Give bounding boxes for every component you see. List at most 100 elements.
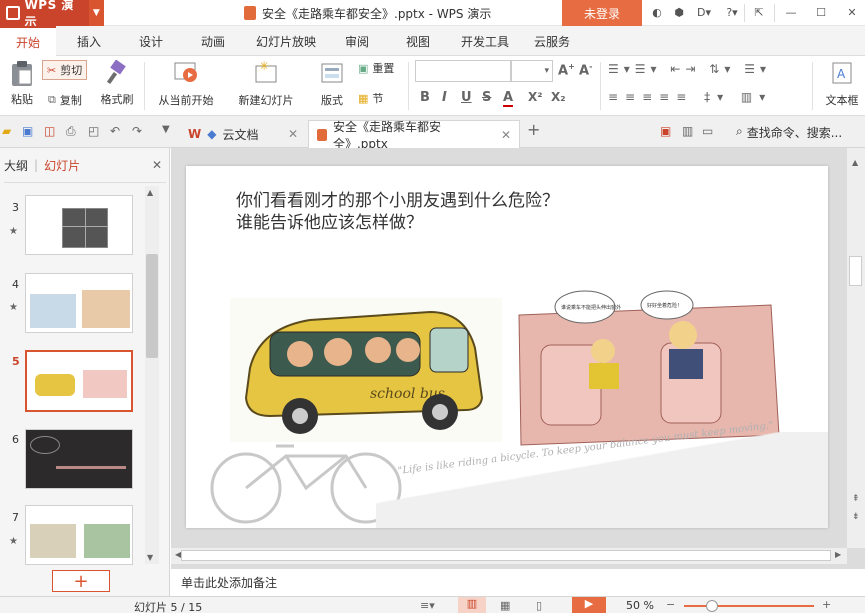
textbox-button[interactable]: A 文本框 — [820, 60, 864, 108]
tab-developer[interactable]: 开发工具 — [452, 26, 518, 56]
scroll-thumb[interactable] — [181, 550, 831, 561]
tab-animation[interactable]: 动画 — [186, 26, 240, 56]
skin-icon[interactable]: ◐ — [650, 5, 664, 19]
redo-icon[interactable]: ↷ — [132, 124, 142, 138]
tab-outline[interactable]: 大纲 — [4, 157, 28, 174]
share-icon[interactable]: D▾ — [694, 5, 714, 19]
play-from-current-button[interactable]: 从当前开始 — [154, 60, 218, 108]
slide-thumbnail[interactable] — [25, 195, 133, 255]
normal-view-icon[interactable]: ▥ — [458, 597, 486, 613]
export-pdf-icon[interactable]: ◫ — [44, 124, 55, 138]
reset-button[interactable]: ▣ 重置 — [358, 60, 394, 76]
title-bar: WPS 演示 ▼ 安全《走路乘车都安全》.pptx - WPS 演示 未登录 ◐… — [0, 0, 865, 29]
reading-view-icon[interactable]: ▯ — [536, 599, 542, 612]
fullscreen-icon[interactable]: ⇱ — [752, 5, 766, 19]
slide-number: 3 — [12, 201, 19, 214]
font-shrink-icon[interactable]: A- — [579, 62, 592, 78]
main-vertical-scrollbar[interactable]: ▲ ⇞ ⇟ — [847, 148, 865, 548]
save-icon[interactable]: ▣ — [22, 124, 33, 138]
tab-insert[interactable]: 插入 — [64, 26, 114, 56]
strikethrough-button[interactable]: S — [482, 90, 491, 105]
notes-area[interactable]: 单击此处添加备注 — [171, 568, 865, 596]
paste-button[interactable]: 粘贴 — [4, 60, 40, 107]
font-grow-icon[interactable]: A+ — [558, 62, 575, 78]
app-menu-button[interactable]: WPS 演示 ▼ — [0, 0, 104, 29]
align-icons[interactable]: ≡≡≡≡≡ ‡▾ ▥▾ — [608, 90, 772, 104]
superscript-button[interactable]: X² — [528, 90, 543, 104]
slide-thumbnail[interactable] — [25, 429, 133, 489]
open-folder-icon[interactable]: ▰ — [2, 124, 11, 138]
print-icon[interactable]: ⎙ — [66, 124, 76, 139]
tab-slides[interactable]: 幻灯片 — [44, 157, 80, 174]
tab-cloud[interactable]: 云服务 — [524, 26, 580, 56]
new-slide-icon: ✳ — [255, 60, 277, 83]
slide-thumbnail-active[interactable] — [25, 350, 133, 412]
svg-text:✳: ✳ — [259, 60, 269, 73]
new-tab-icon[interactable]: + — [527, 120, 540, 139]
notes-toggle-icon[interactable]: ≡▾ — [420, 599, 435, 612]
reset-icon: ▣ — [358, 61, 369, 75]
slide-number: 6 — [12, 433, 19, 446]
login-button[interactable]: 未登录 — [562, 0, 642, 26]
zoom-slider[interactable] — [684, 605, 814, 607]
tab-list-icon[interactable]: ▭ — [702, 124, 713, 138]
help-icon[interactable]: ?▾ — [722, 5, 742, 19]
play-slideshow-button[interactable]: ▶ — [572, 597, 606, 613]
chevron-down-icon[interactable]: ▼ — [162, 124, 170, 135]
tab-home[interactable]: 开始 — [0, 26, 56, 56]
copy-button[interactable]: ⧉ 复制 — [48, 92, 82, 108]
tab-view[interactable]: 视图 — [392, 26, 444, 56]
zoom-level[interactable]: 50 % — [626, 599, 654, 612]
close-icon[interactable]: ✕ — [152, 158, 162, 172]
format-painter-button[interactable]: 格式刷 — [98, 60, 136, 107]
tab-design[interactable]: 设计 — [124, 26, 178, 56]
section-button[interactable]: ▦ 节 — [358, 90, 383, 106]
new-slide-button[interactable]: ✳ 新建幻灯片 — [234, 60, 298, 108]
bold-button[interactable]: B — [420, 90, 430, 105]
tab-slideshow[interactable]: 幻灯片放映 — [248, 26, 324, 56]
font-size-select[interactable]: ▾ — [511, 60, 553, 82]
layout-button[interactable]: 版式 — [314, 60, 350, 108]
chevron-down-icon[interactable]: ▼ — [88, 0, 104, 26]
window-title: 安全《走路乘车都安全》.pptx - WPS 演示 — [244, 0, 491, 26]
maximize-icon[interactable]: ☐ — [814, 5, 828, 19]
minimize-icon[interactable]: — — [784, 5, 798, 19]
current-slide[interactable]: 你们看看刚才的那个小朋友遇到什么危险？ 谁能告诉他应该怎样做？ school b… — [186, 166, 828, 528]
wps-logo-icon — [6, 6, 20, 20]
italic-button[interactable]: I — [442, 90, 447, 105]
underline-button[interactable]: U — [461, 90, 472, 105]
slide-thumbnail[interactable] — [25, 273, 133, 333]
slide-number: 7 — [12, 511, 19, 524]
scroll-thumb[interactable] — [146, 254, 158, 358]
command-search[interactable]: ⌕ 查找命令、搜索... — [736, 124, 842, 141]
panel-scrollbar[interactable]: ▲ ▼ — [145, 186, 159, 564]
close-icon[interactable]: ✕ — [288, 127, 298, 141]
ppt-file-icon — [317, 128, 327, 141]
section-icon: ▦ — [358, 91, 369, 105]
add-slide-button[interactable]: + — [52, 570, 110, 592]
main-horizontal-scrollbar[interactable]: ◀ ▶ — [171, 548, 847, 564]
tab-review[interactable]: 审阅 — [332, 26, 382, 56]
font-color-button[interactable]: A — [503, 90, 514, 107]
shield-icon[interactable]: ⬢ — [672, 5, 686, 19]
presentation-icon[interactable]: ▣ — [660, 124, 671, 138]
scroll-thumb[interactable] — [849, 256, 862, 286]
tile-icon[interactable]: ▥ — [682, 124, 693, 138]
close-icon[interactable]: ✕ — [501, 128, 511, 142]
zoom-slider-handle[interactable] — [706, 600, 718, 612]
font-name-select[interactable] — [415, 60, 511, 82]
zoom-out-icon[interactable]: − — [666, 598, 675, 611]
cut-button[interactable]: ✂ 剪切 — [42, 60, 88, 80]
slide-sorter-icon[interactable]: ▦ — [500, 599, 510, 612]
tab-active-document[interactable]: 安全《走路乘车都安全》.pptx ✕ — [308, 120, 520, 151]
zoom-in-icon[interactable]: + — [822, 598, 831, 611]
slide-thumbnail[interactable] — [25, 505, 133, 565]
undo-icon[interactable]: ↶ — [110, 124, 120, 138]
print-preview-icon[interactable]: ◰ — [88, 124, 99, 138]
subscript-button[interactable]: X₂ — [551, 90, 566, 104]
slide-title[interactable]: 你们看看刚才的那个小朋友遇到什么危险？ 谁能告诉他应该怎样做？ — [236, 190, 559, 234]
tab-cloud-docs[interactable]: W ◆ 云文档 ✕ — [180, 120, 306, 148]
list-icons[interactable]: ☰▾☰▾ ⇤⇥ ⇅▾ ☰▾ — [608, 62, 771, 76]
wps-w-icon: W — [188, 127, 202, 141]
close-icon[interactable]: ✕ — [845, 5, 859, 19]
